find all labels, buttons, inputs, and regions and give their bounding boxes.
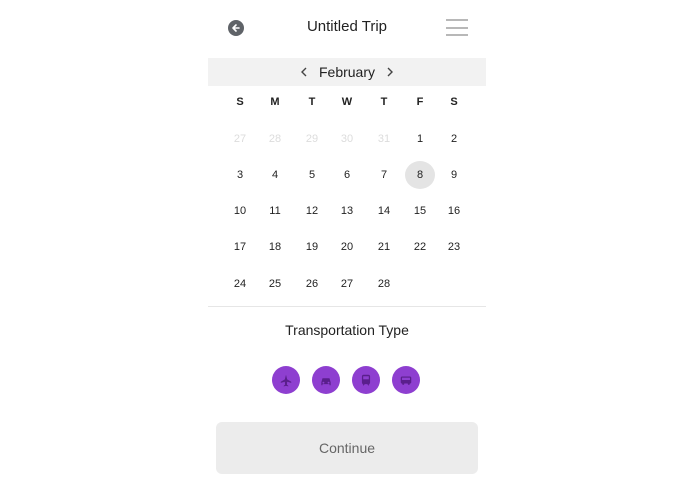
calendar-day[interactable]: 24 [225,270,255,298]
calendar-day[interactable]: 10 [225,197,255,225]
calendar-day[interactable]: 20 [332,233,362,261]
calendar-day-selected[interactable]: 8 [405,161,435,189]
weekday-label: T [308,96,316,108]
month-navigator: February [208,58,486,86]
calendar-day[interactable]: 11 [260,197,290,225]
weekday-header: SMTWTFS [208,96,486,112]
weekday-label: S [236,96,244,108]
next-month-button[interactable] [382,63,398,81]
calendar-day[interactable]: 22 [405,233,435,261]
calendar-day[interactable]: 23 [439,233,469,261]
calendar-day[interactable]: 9 [439,161,469,189]
calendar-day[interactable]: 3 [225,161,255,189]
divider [208,306,486,307]
weekday-label: W [341,96,353,108]
calendar-day[interactable]: 1 [405,125,435,153]
calendar-day-outside: 31 [377,133,391,145]
continue-button[interactable]: Continue [216,422,478,474]
calendar-day[interactable]: 13 [332,197,362,225]
calendar-day[interactable]: 26 [297,270,327,298]
transport-option-car[interactable] [312,366,340,394]
calendar-day[interactable]: 12 [297,197,327,225]
plane-icon [280,374,292,387]
transport-option-bus[interactable] [392,366,420,394]
calendar-day[interactable]: 7 [369,161,399,189]
month-label: February [318,64,376,80]
chevron-right-icon [387,67,393,77]
page-title: Untitled Trip [306,18,388,35]
weekday-label: T [380,96,388,108]
calendar-day[interactable]: 21 [369,233,399,261]
calendar-day-outside: 29 [305,133,319,145]
calendar-day[interactable]: 18 [260,233,290,261]
transportation-title: Transportation Type [285,322,409,338]
calendar-day[interactable]: 2 [439,125,469,153]
calendar-day-outside: 28 [268,133,282,145]
calendar-day[interactable]: 5 [297,161,327,189]
weekday-label: M [270,96,280,108]
calendar-day-outside: 30 [340,133,354,145]
calendar-day[interactable]: 27 [332,270,362,298]
hamburger-menu-icon [446,19,468,21]
calendar-day[interactable]: 6 [332,161,362,189]
bus-icon [400,376,412,385]
calendar-day[interactable]: 25 [260,270,290,298]
calendar-day[interactable]: 4 [260,161,290,189]
calendar-day[interactable]: 17 [225,233,255,261]
calendar-day[interactable]: 14 [369,197,399,225]
calendar-day[interactable]: 15 [405,197,435,225]
calendar-day[interactable]: 16 [439,197,469,225]
calendar-day[interactable]: 28 [369,270,399,298]
trip-planner: Untitled Trip February SMTWTFS 27 28 29 30 3… [208,0,486,494]
header: Untitled Trip [208,0,486,56]
menu-button[interactable] [446,19,468,37]
weekday-label: F [416,96,424,108]
calendar-day-outside: 27 [233,133,247,145]
weekday-label: S [450,96,458,108]
train-icon [361,374,371,386]
calendar-day[interactable]: 19 [297,233,327,261]
transport-option-plane[interactable] [272,366,300,394]
car-icon [321,378,331,386]
transport-option-train[interactable] [352,366,380,394]
